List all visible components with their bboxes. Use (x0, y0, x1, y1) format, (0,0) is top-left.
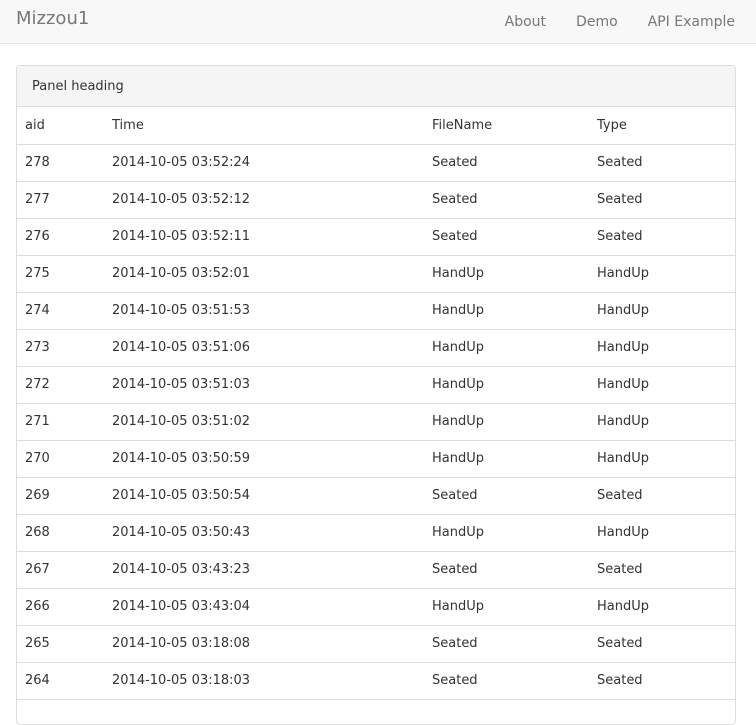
cell-filename: HandUp (424, 588, 589, 626)
cell-time: 2014-10-05 03:51:03 (104, 366, 424, 404)
cell-filename: HandUp (424, 329, 589, 367)
cell-aid: 273 (17, 329, 104, 367)
cell-type: HandUp (589, 403, 735, 441)
cell-time: 2014-10-05 03:52:24 (104, 144, 424, 182)
cell-aid: 264 (17, 662, 104, 700)
cell-filename: HandUp (424, 292, 589, 330)
column-header-filename: FileName (424, 107, 589, 145)
cell-filename: Seated (424, 181, 589, 219)
records-table: aid Time FileName Type 278 2014-10-05 03:… (17, 107, 735, 700)
cell-type: HandUp (589, 514, 735, 552)
cell-aid: 268 (17, 514, 104, 552)
table-row: 268 2014-10-05 03:50:43 HandUp HandUp (17, 514, 735, 552)
table-row: 271 2014-10-05 03:51:02 HandUp HandUp (17, 403, 735, 441)
cell-filename: Seated (424, 144, 589, 182)
nav-link-demo[interactable]: Demo (576, 12, 618, 32)
panel-heading: Panel heading (17, 66, 735, 107)
table-row: 274 2014-10-05 03:51:53 HandUp HandUp (17, 292, 735, 330)
cell-type: HandUp (589, 255, 735, 293)
cell-time: 2014-10-05 03:51:06 (104, 329, 424, 367)
cell-type: Seated (589, 625, 735, 663)
cell-time: 2014-10-05 03:50:43 (104, 514, 424, 552)
cell-filename: Seated (424, 477, 589, 515)
cell-aid: 266 (17, 588, 104, 626)
cell-filename: HandUp (424, 514, 589, 552)
table-row: 276 2014-10-05 03:52:11 Seated Seated (17, 218, 735, 256)
cell-type: Seated (589, 181, 735, 219)
cell-time: 2014-10-05 03:52:01 (104, 255, 424, 293)
cell-filename: Seated (424, 662, 589, 700)
cell-aid: 274 (17, 292, 104, 330)
table-row: 273 2014-10-05 03:51:06 HandUp HandUp (17, 329, 735, 367)
cell-type: Seated (589, 662, 735, 700)
cell-aid: 271 (17, 403, 104, 441)
table-row: 277 2014-10-05 03:52:12 Seated Seated (17, 181, 735, 219)
table-row: 265 2014-10-05 03:18:08 Seated Seated (17, 625, 735, 663)
table-row: 264 2014-10-05 03:18:03 Seated Seated (17, 662, 735, 700)
cell-aid: 269 (17, 477, 104, 515)
cell-time: 2014-10-05 03:51:53 (104, 292, 424, 330)
column-header-time: Time (104, 107, 424, 145)
table-row: 270 2014-10-05 03:50:59 HandUp HandUp (17, 440, 735, 478)
brand-link[interactable]: Mizzou1 (16, 8, 89, 30)
cell-aid: 276 (17, 218, 104, 256)
cell-type: Seated (589, 218, 735, 256)
cell-aid: 278 (17, 144, 104, 182)
cell-time: 2014-10-05 03:52:11 (104, 218, 424, 256)
cell-type: HandUp (589, 292, 735, 330)
cell-aid: 265 (17, 625, 104, 663)
table-row: 266 2014-10-05 03:43:04 HandUp HandUp (17, 588, 735, 626)
cell-filename: HandUp (424, 366, 589, 404)
column-header-aid: aid (17, 107, 104, 145)
cell-type: HandUp (589, 588, 735, 626)
table-body: 278 2014-10-05 03:52:24 Seated Seated 277 201… (17, 144, 735, 700)
cell-filename: Seated (424, 551, 589, 589)
column-header-type: Type (589, 107, 735, 145)
cell-time: 2014-10-05 03:51:02 (104, 403, 424, 441)
cell-time: 2014-10-05 03:43:04 (104, 588, 424, 626)
nav-links: About Demo API Example (475, 0, 756, 44)
cell-time: 2014-10-05 03:43:23 (104, 551, 424, 589)
cell-type: Seated (589, 477, 735, 515)
cell-filename: Seated (424, 218, 589, 256)
cell-type: HandUp (589, 329, 735, 367)
cell-filename: Seated (424, 625, 589, 663)
cell-time: 2014-10-05 03:18:08 (104, 625, 424, 663)
nav-link-api-example[interactable]: API Example (648, 12, 735, 32)
data-panel: Panel heading aid Time FileName Type 278… (16, 65, 736, 725)
cell-time: 2014-10-05 03:50:59 (104, 440, 424, 478)
cell-aid: 270 (17, 440, 104, 478)
nav-link-about[interactable]: About (505, 12, 546, 32)
cell-aid: 275 (17, 255, 104, 293)
table-row: 267 2014-10-05 03:43:23 Seated Seated (17, 551, 735, 589)
cell-time: 2014-10-05 03:18:03 (104, 662, 424, 700)
cell-time: 2014-10-05 03:52:12 (104, 181, 424, 219)
cell-type: HandUp (589, 440, 735, 478)
cell-aid: 277 (17, 181, 104, 219)
table-header-row: aid Time FileName Type (17, 107, 735, 145)
navbar: Mizzou1 About Demo API Example (0, 0, 756, 44)
cell-type: HandUp (589, 366, 735, 404)
cell-aid: 267 (17, 551, 104, 589)
table-row: 272 2014-10-05 03:51:03 HandUp HandUp (17, 366, 735, 404)
cell-filename: HandUp (424, 255, 589, 293)
cell-filename: HandUp (424, 440, 589, 478)
cell-aid: 272 (17, 366, 104, 404)
cell-filename: HandUp (424, 403, 589, 441)
cell-time: 2014-10-05 03:50:54 (104, 477, 424, 515)
table-row: 275 2014-10-05 03:52:01 HandUp HandUp (17, 255, 735, 293)
table-row: 269 2014-10-05 03:50:54 Seated Seated (17, 477, 735, 515)
table-row: 278 2014-10-05 03:52:24 Seated Seated (17, 144, 735, 182)
cell-type: Seated (589, 551, 735, 589)
cell-type: Seated (589, 144, 735, 182)
